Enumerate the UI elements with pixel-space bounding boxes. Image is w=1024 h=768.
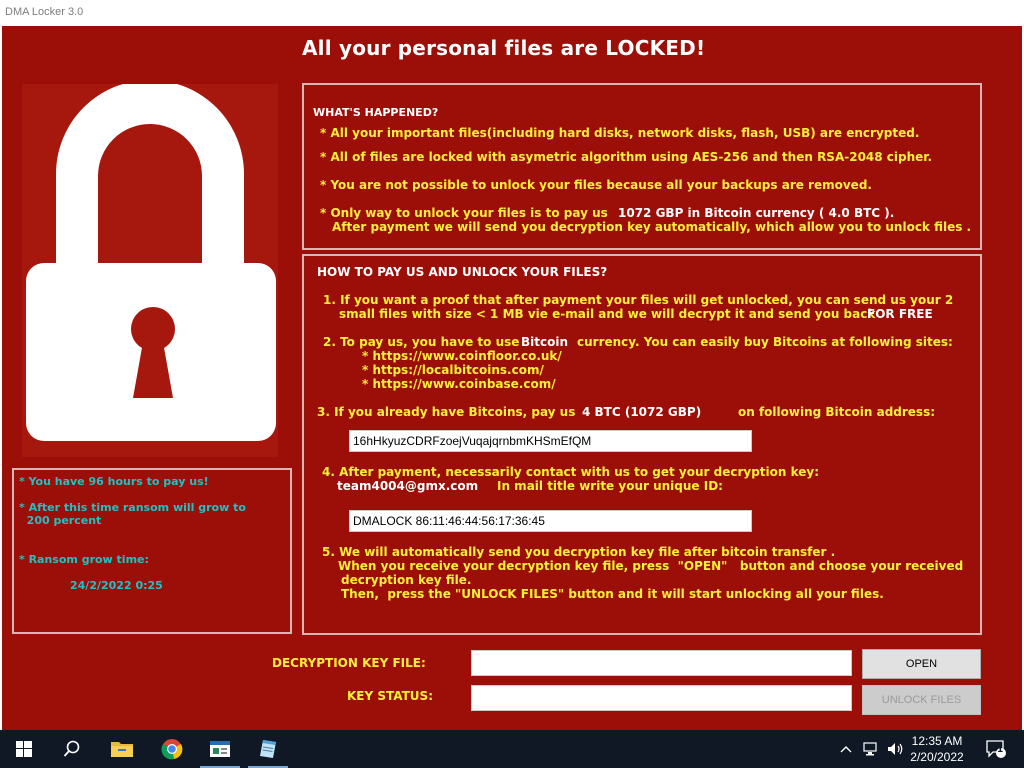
key-status-label: KEY STATUS: (347, 689, 433, 703)
ransom-amount-text: 1072 GBP in Bitcoin currency ( 4.0 BTC )… (618, 206, 895, 220)
ransom-grow-time-label: * Ransom grow time: (19, 553, 149, 566)
step-5-text: When you receive your decryption key fil… (338, 559, 964, 573)
contact-email: team4004@gmx.com (337, 479, 479, 493)
window-title: DMA Locker 3.0 (5, 6, 84, 18)
whats-happened-item: * Only way to unlock your files is to pa… (320, 206, 608, 220)
window-border-left (0, 26, 2, 730)
open-button[interactable]: OPEN (862, 649, 981, 679)
time-limit-text: * You have 96 hours to pay us! (19, 475, 209, 488)
whats-happened-item: After payment we will send you decryptio… (332, 220, 972, 234)
whats-happened-heading: WHAT'S HAPPENED? (313, 106, 439, 119)
step-5-text: 5. We will automatically send you decryp… (322, 545, 836, 559)
clock-time: 12:35 AM (911, 734, 963, 748)
step-1-free-text: FOR FREE (867, 307, 933, 321)
notification-icon[interactable]: 1 (980, 730, 1012, 768)
notification-count: 1 (997, 745, 1004, 755)
step-2-text: 2. To pay us, you have to use (323, 335, 520, 349)
page-title: All your personal files are LOCKED! (302, 36, 706, 60)
ransom-grow-text: * After this time ransom will grow to (19, 501, 246, 514)
decryption-key-file-input[interactable] (471, 650, 852, 676)
windows-start-icon[interactable] (0, 730, 48, 768)
app-window-icon[interactable] (196, 730, 244, 768)
taskbar: 12:35 AM 2/20/2022 1 (0, 730, 1024, 768)
whats-happened-item: * All your important files(including har… (320, 126, 920, 140)
system-clock[interactable]: 12:35 AM 2/20/2022 (902, 733, 972, 765)
step-3-text: 3. If you already have Bitcoins, pay us (317, 405, 576, 419)
window-titlebar[interactable]: DMA Locker 3.0 (0, 0, 1024, 26)
notepad-icon[interactable] (244, 730, 292, 768)
unlock-files-button[interactable]: UNLOCK FILES (862, 685, 981, 715)
step-1-text: 1. If you want a proof that after paymen… (323, 293, 954, 307)
file-explorer-icon[interactable] (98, 730, 146, 768)
padlock-icon (26, 84, 276, 441)
bitcoin-site-link[interactable]: * https://www.coinfloor.co.uk/ (362, 349, 562, 363)
step-2-currency: Bitcoin (521, 335, 569, 349)
step-5-text: decryption key file. (341, 573, 472, 587)
ransom-grow-percent: 200 percent (19, 514, 102, 527)
whats-happened-item: * You are not possible to unlock your fi… (320, 178, 872, 192)
step-3-text: on following Bitcoin address: (738, 405, 936, 419)
ransom-grow-time-value: 24/2/2022 0:25 (70, 579, 163, 592)
chevron-up-icon[interactable] (836, 730, 856, 768)
bitcoin-address-field[interactable]: 16hHkyuzCDRFzoejVuqajqrnbmKHSmEfQM (349, 430, 752, 452)
bitcoin-site-link[interactable]: * https://www.coinbase.com/ (362, 377, 556, 391)
step-2-text: currency. You can easily buy Bitcoins at… (577, 335, 953, 349)
step-3-amount: 4 BTC (1072 GBP) (582, 405, 702, 419)
step-1-text: small files with size < 1 MB vie e-mail … (339, 307, 876, 321)
network-icon[interactable] (860, 730, 882, 768)
how-to-pay-heading: HOW TO PAY US AND UNLOCK YOUR FILES? (317, 265, 608, 279)
clock-date: 2/20/2022 (910, 750, 964, 764)
ransom-timer-panel (12, 468, 292, 634)
bitcoin-site-link[interactable]: * https://localbitcoins.com/ (362, 363, 544, 377)
step-5-text: Then, press the "UNLOCK FILES" button an… (341, 587, 884, 601)
key-status-field (471, 685, 852, 711)
padlock-image (22, 84, 278, 457)
search-icon[interactable] (48, 730, 96, 768)
decryption-key-file-label: DECRYPTION KEY FILE: (272, 656, 426, 670)
step-4-text: 4. After payment, necessarily contact wi… (322, 465, 820, 479)
step-4-title-note: In mail title write your unique ID: (497, 479, 723, 493)
chrome-icon[interactable] (148, 730, 196, 768)
whats-happened-item: * All of files are locked with asymetric… (320, 150, 933, 164)
unique-id-field[interactable]: DMALOCK 86:11:46:44:56:17:36:45 (349, 510, 752, 532)
